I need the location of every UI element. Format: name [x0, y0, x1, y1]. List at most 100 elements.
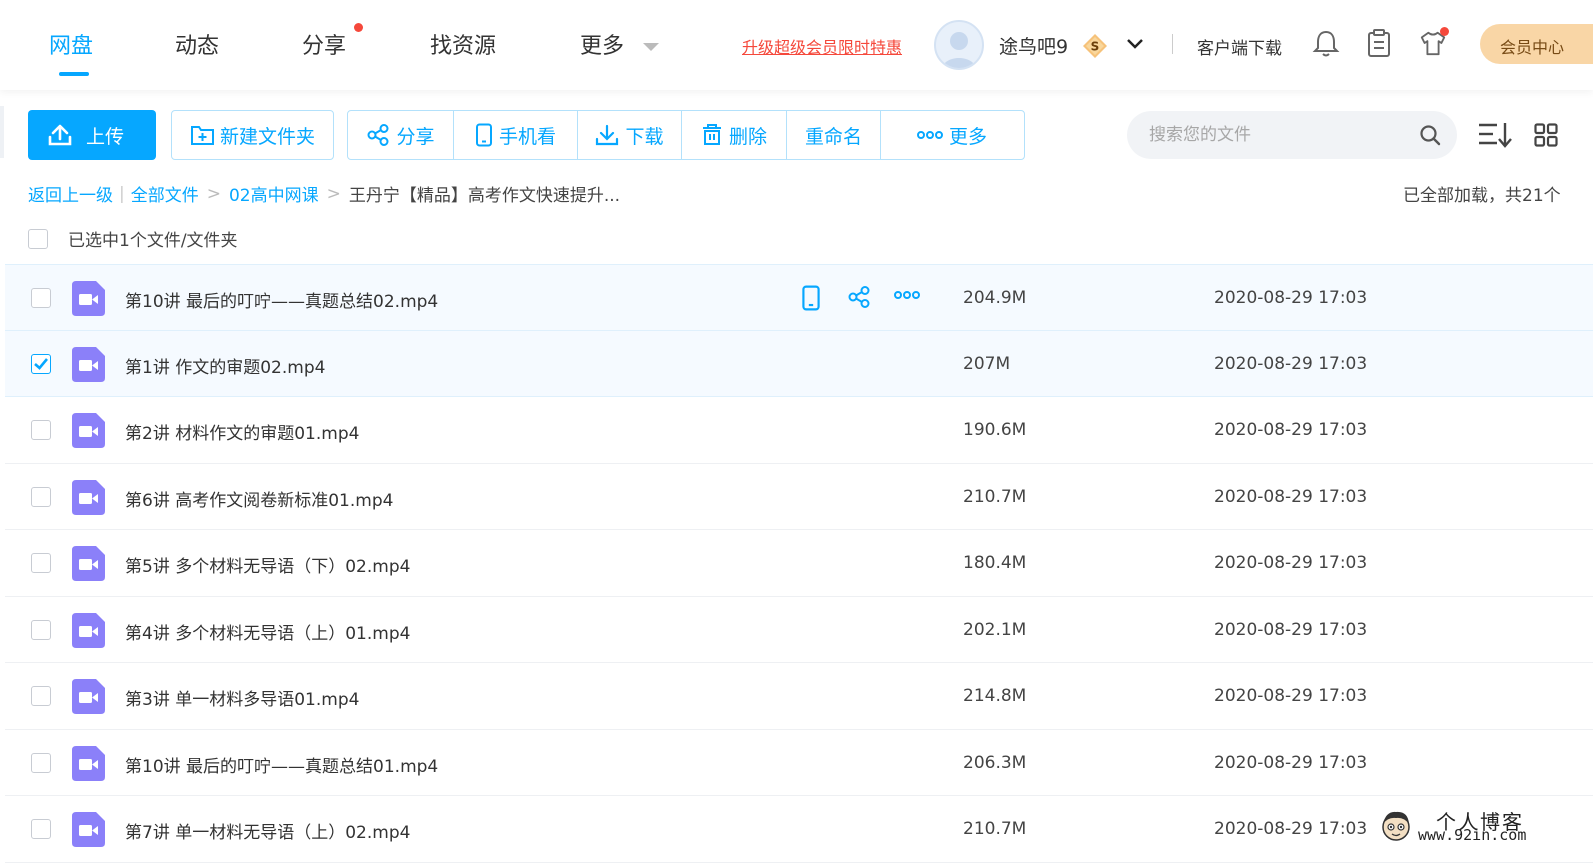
file-row[interactable]: 第6讲 高考作文阅卷新标准01.mp4 210.7M 2020-08-29 17:0…	[5, 464, 1593, 530]
grid-view-icon[interactable]	[1534, 123, 1558, 147]
video-file-icon	[72, 346, 105, 382]
clipboard-icon[interactable]	[1365, 28, 1393, 58]
checkmark-icon	[34, 357, 48, 370]
file-size: 180.4M	[963, 553, 1027, 573]
load-status: 已全部加载，共21个	[1403, 186, 1561, 206]
vip-badge-icon: S	[1083, 34, 1107, 58]
breadcrumb: 返回上一级 | 全部文件 > 02高中网课 > 王丹宁【精品】高考作文快速提升.…	[28, 181, 621, 207]
file-row[interactable]: 第2讲 材料作文的审题01.mp4 190.6M 2020-08-29 17:03	[5, 397, 1593, 464]
upload-button[interactable]: 上传	[28, 110, 156, 160]
download-button[interactable]: 下载	[578, 111, 682, 159]
file-name[interactable]: 第6讲 高考作文阅卷新标准01.mp4	[125, 486, 393, 511]
file-name[interactable]: 第10讲 最后的叮咛——真题总结02.mp4	[125, 287, 438, 312]
new-folder-button[interactable]: 新建文件夹	[171, 110, 334, 160]
file-row[interactable]: 第1讲 作文的审题02.mp4 207M 2020-08-29 17:03	[5, 330, 1593, 397]
file-row-checkbox[interactable]	[31, 420, 51, 440]
file-name[interactable]: 第4讲 多个材料无导语（上）01.mp4	[125, 619, 410, 644]
file-size: 190.6M	[963, 420, 1027, 440]
client-download-link[interactable]: 客户端下载	[1197, 34, 1282, 59]
phone-view-button[interactable]: 手机看	[454, 111, 578, 159]
row-hover-actions	[800, 285, 941, 311]
share-button[interactable]: 分享	[348, 111, 454, 159]
video-file-icon	[72, 546, 105, 581]
rename-button[interactable]: 重命名	[787, 111, 881, 159]
phone-icon	[475, 123, 492, 147]
trash-icon	[702, 124, 721, 145]
file-size: 204.9M	[963, 288, 1027, 308]
row-phone-icon[interactable]	[800, 285, 824, 311]
breadcrumb-current-folder: 王丹宁【精品】高考作文快速提升...	[348, 186, 621, 206]
file-name[interactable]: 第2讲 材料作文的审题01.mp4	[125, 419, 359, 444]
upload-icon	[48, 124, 72, 146]
user-menu-chevron-down-icon[interactable]	[1125, 34, 1145, 54]
nav-tab-netdisk[interactable]: 网盘	[49, 28, 93, 60]
file-row-checkbox[interactable]	[31, 353, 51, 374]
file-row-checkbox[interactable]	[31, 486, 51, 507]
breadcrumb-chevron-icon: >	[206, 183, 221, 204]
breadcrumb-all-files-link[interactable]: 全部文件	[131, 181, 199, 206]
watermark-url: www.92in.com	[1418, 826, 1527, 844]
file-row[interactable]: 第5讲 多个材料无导语（下）02.mp4 180.4M 2020-08-29 17:…	[5, 530, 1593, 597]
search-input[interactable]	[1149, 125, 1409, 145]
file-name[interactable]: 第1讲 作文的审题02.mp4	[125, 353, 325, 378]
video-file-icon	[72, 612, 105, 648]
file-modified-date: 2020-08-29 17:03	[1214, 486, 1368, 507]
upgrade-promo-link[interactable]: 升级超级会员限时特惠	[742, 34, 902, 58]
file-modified-date: 2020-08-29 17:03	[1214, 420, 1368, 440]
file-list: 第10讲 最后的叮咛——真题总结02.mp4 204.9M 2020-08-29 1…	[5, 264, 1593, 863]
avatar[interactable]	[934, 20, 984, 70]
username[interactable]: 途鸟吧9	[999, 32, 1068, 59]
file-modified-date: 2020-08-29 17:03	[1214, 553, 1368, 573]
nav-tab-share[interactable]: 分享	[302, 28, 346, 60]
file-name[interactable]: 第7讲 单一材料无导语（上）02.mp4	[125, 818, 410, 843]
file-name[interactable]: 第5讲 多个材料无导语（下）02.mp4	[125, 552, 410, 577]
file-row-checkbox[interactable]	[31, 553, 51, 573]
file-name[interactable]: 第3讲 单一材料多导语01.mp4	[125, 685, 359, 710]
row-share-icon[interactable]	[847, 285, 871, 309]
file-row-checkbox[interactable]	[31, 752, 51, 773]
video-file-icon	[72, 479, 105, 515]
file-row-checkbox[interactable]	[31, 819, 51, 839]
video-file-icon	[72, 413, 105, 448]
more-actions-label: 更多	[948, 125, 987, 148]
delete-label: 删除	[728, 125, 767, 148]
file-row[interactable]: 第3讲 单一材料多导语01.mp4 214.8M 2020-08-29 17:03	[5, 663, 1593, 730]
breadcrumb-back-link[interactable]: 返回上一级	[28, 181, 113, 206]
watermark-cartoon-face-icon	[1382, 811, 1410, 841]
sort-icon[interactable]	[1477, 121, 1513, 149]
share-notification-dot	[354, 23, 363, 32]
bell-icon[interactable]	[1312, 28, 1340, 58]
select-all-checkbox[interactable]	[28, 228, 48, 249]
file-row-checkbox[interactable]	[31, 288, 51, 308]
upload-label: 上传	[86, 125, 125, 148]
file-row-checkbox[interactable]	[31, 619, 51, 640]
file-row-checkbox[interactable]	[31, 686, 51, 706]
breadcrumb-chevron-icon: >	[326, 183, 341, 204]
search-icon[interactable]	[1419, 124, 1441, 146]
member-center-button[interactable]: 会员中心	[1480, 24, 1593, 64]
file-modified-date: 2020-08-29 17:03	[1214, 752, 1368, 773]
breadcrumb-folder-link[interactable]: 02高中网课	[229, 181, 319, 206]
file-modified-date: 2020-08-29 17:03	[1214, 686, 1368, 706]
more-dots-icon	[916, 131, 943, 139]
file-modified-date: 2020-08-29 17:03	[1214, 288, 1368, 308]
nav-tab-more[interactable]: 更多	[580, 28, 624, 60]
delete-button[interactable]: 删除	[682, 111, 787, 159]
video-file-icon	[72, 745, 105, 781]
row-more-icon[interactable]	[894, 285, 920, 309]
file-size: 210.7M	[963, 819, 1027, 839]
file-name[interactable]: 第10讲 最后的叮咛——真题总结01.mp4	[125, 752, 438, 777]
file-row[interactable]: 第10讲 最后的叮咛——真题总结01.mp4 206.3M 2020-08-29 1…	[5, 730, 1593, 796]
more-actions-button[interactable]: 更多	[881, 111, 1023, 159]
nav-tab-find-resources[interactable]: 找资源	[430, 28, 496, 60]
nav-tab-activity[interactable]: 动态	[175, 28, 219, 60]
download-label: 下载	[625, 125, 664, 148]
file-row[interactable]: 第7讲 单一材料无导语（上）02.mp4 210.7M 2020-08-29 17:…	[5, 796, 1593, 863]
share-label: 分享	[396, 125, 435, 148]
file-row[interactable]: 第4讲 多个材料无导语（上）01.mp4 202.1M 2020-08-29 17:…	[5, 597, 1593, 663]
file-row[interactable]: 第10讲 最后的叮咛——真题总结02.mp4 204.9M 2020-08-29 1…	[5, 264, 1593, 331]
file-modified-date: 2020-08-29 17:03	[1214, 353, 1368, 374]
more-caret-icon[interactable]	[643, 43, 659, 51]
svg-text:S: S	[1091, 40, 1100, 54]
phone-view-label: 手机看	[498, 125, 556, 148]
